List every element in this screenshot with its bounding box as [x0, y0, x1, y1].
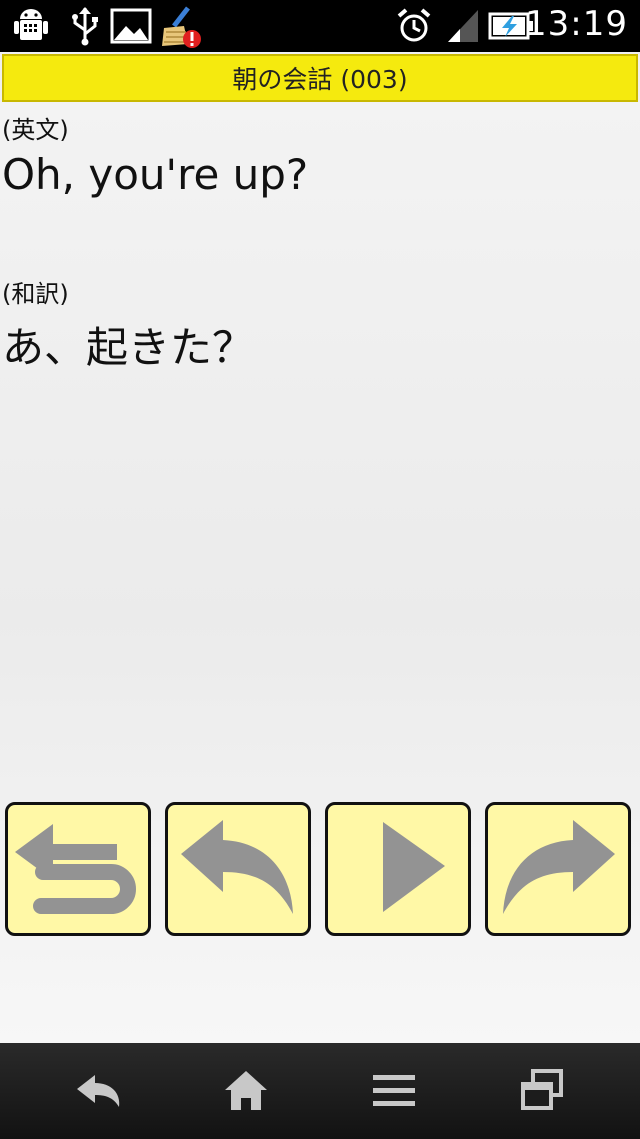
english-label: (英文) [2, 116, 69, 144]
alarm-icon [396, 6, 432, 50]
image-notification-icon [110, 6, 154, 50]
english-sentence: Oh, you're up? [2, 150, 309, 199]
next-button[interactable] [485, 802, 631, 936]
back-icon[interactable] [68, 1063, 128, 1119]
android-debug-icon [12, 6, 52, 50]
return-button[interactable] [5, 802, 151, 936]
navigation-bar [0, 1043, 640, 1139]
japanese-translation: あ、起きた？ [2, 323, 255, 372]
previous-button[interactable] [165, 802, 311, 936]
cleaner-alert-icon [158, 6, 204, 54]
clock-time: 13:19 [525, 4, 628, 44]
page-title: 朝の会話 (003) [2, 54, 638, 102]
menu-icon[interactable] [364, 1063, 424, 1119]
forward-arrow-icon [503, 820, 615, 914]
home-icon[interactable] [216, 1063, 276, 1119]
play-icon [383, 822, 445, 912]
play-button[interactable] [325, 802, 471, 936]
back-arrow-icon [181, 820, 293, 914]
content-area: (英文) Oh, you're up? (和訳) あ、起きた？ [0, 102, 640, 1043]
usb-icon [68, 6, 102, 50]
return-arrow-icon [15, 824, 136, 914]
signal-icon [446, 6, 480, 50]
status-bar: 13:19 [0, 0, 640, 52]
japanese-label: (和訳) [2, 280, 69, 308]
recent-apps-icon[interactable] [512, 1063, 572, 1119]
